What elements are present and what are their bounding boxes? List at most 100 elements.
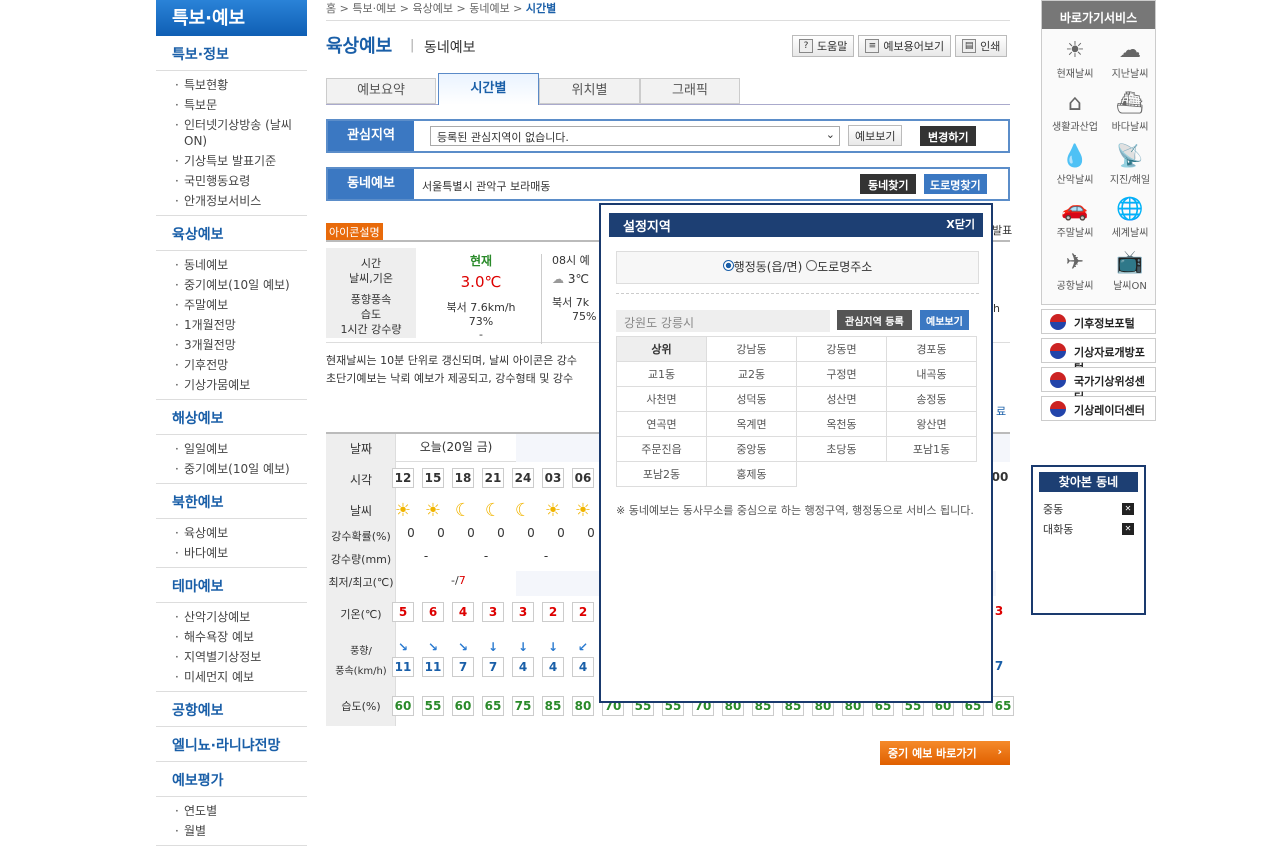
nav-item[interactable]: 인터넷기상방송 (날씨ON)	[156, 115, 307, 151]
breadcrumb-path[interactable]: 홈 > 특보·예보 > 육상예보 > 동네예보 >	[326, 2, 526, 15]
nav-item[interactable]: 산악기상예보	[156, 607, 307, 627]
nav-item[interactable]: 중기예보(10일 예보)	[156, 459, 307, 479]
nav-section-title[interactable]: 테마예보	[156, 568, 307, 603]
service-item[interactable]: 🌐 세계날씨	[1105, 196, 1155, 239]
dong-cell[interactable]: 사천면	[616, 386, 707, 412]
nav-item[interactable]: 월별	[156, 821, 307, 841]
tab-bar: 예보요약 시간별 위치별 그래픽	[326, 73, 1010, 105]
recent-item[interactable]: 대화동 ✕	[1043, 521, 1134, 541]
radio-road-address[interactable]	[806, 260, 818, 271]
nav-section-title[interactable]: 북한예보	[156, 484, 307, 519]
nav-section-title[interactable]: 육상예보	[156, 216, 307, 251]
tab-summary[interactable]: 예보요약	[326, 78, 436, 104]
interest-change-button[interactable]: 변경하기	[920, 126, 977, 146]
nav-section-title[interactable]: 공항예보	[156, 692, 307, 727]
nav-item[interactable]: 육상예보	[156, 523, 307, 543]
dong-cell[interactable]: 교2동	[706, 361, 797, 387]
dong-cell[interactable]: 경포동	[886, 336, 977, 362]
dong-cell[interactable]: 교1동	[616, 361, 707, 387]
nav-top-title[interactable]: 특보·예보	[156, 0, 307, 36]
recent-item[interactable]: 중동 ✕	[1043, 501, 1134, 521]
time-cell: 03	[542, 468, 564, 488]
nav-item[interactable]: 특보문	[156, 95, 307, 115]
tab-graphic[interactable]: 그래픽	[640, 78, 740, 104]
header-wind-2: 풍속(km/h)	[335, 666, 387, 677]
print-button[interactable]: ▤ 인쇄	[955, 35, 1008, 57]
nav-item[interactable]: 3개월전망	[156, 335, 307, 355]
nav-item[interactable]: 중기예보(10일 예보)	[156, 275, 307, 295]
nav-item[interactable]: 기후전망	[156, 355, 307, 375]
nav-item[interactable]: 안개정보서비스	[156, 191, 307, 211]
close-icon[interactable]: ✕	[1122, 523, 1134, 535]
dong-cell[interactable]: 상위	[616, 336, 707, 362]
nav-item[interactable]: 특보현황	[156, 75, 307, 95]
dong-cell[interactable]: 홍제동	[706, 461, 797, 487]
portal-link[interactable]: 기후정보포털	[1041, 309, 1156, 334]
divider	[616, 293, 979, 294]
tab-location[interactable]: 위치별	[539, 78, 640, 104]
nav-item[interactable]: 미세먼지 예보	[156, 667, 307, 687]
dong-cell[interactable]: 강남동	[706, 336, 797, 362]
nav-section-title[interactable]: 해상예보	[156, 400, 307, 435]
nav-item[interactable]: 1개월전망	[156, 315, 307, 335]
popup-view-button[interactable]: 예보보기	[920, 310, 969, 330]
nav-item[interactable]: 주말예보	[156, 295, 307, 315]
dong-cell[interactable]: 중앙동	[706, 436, 797, 462]
nav-item[interactable]: 일일예보	[156, 439, 307, 459]
service-item[interactable]: ✈ 공항날씨	[1050, 249, 1100, 292]
dong-cell[interactable]: 왕산면	[886, 411, 977, 437]
register-interest-button[interactable]: 관심지역 등록	[837, 310, 912, 330]
terms-button[interactable]: ≡ 예보용어보기	[858, 35, 952, 57]
nav-section-title[interactable]: 예보평가	[156, 762, 307, 797]
service-item[interactable]: ⛴ 바다날씨	[1105, 90, 1155, 133]
tab-hourly[interactable]: 시간별	[438, 73, 539, 105]
icon-legend-button[interactable]: 아이콘설명	[326, 223, 383, 241]
dong-cell[interactable]: 연곡면	[616, 411, 707, 437]
nav-section-title[interactable]: 엘니뇨·라니냐전망	[156, 727, 307, 762]
nav-item[interactable]: 연도별	[156, 801, 307, 821]
nav-item[interactable]: 동네예보	[156, 255, 307, 275]
dong-cell[interactable]: 내곡동	[886, 361, 977, 387]
interest-select[interactable]: 등록된 관심지역이 없습니다. ⌄	[430, 126, 840, 146]
service-item[interactable]: ⌂ 생활과산업	[1050, 90, 1100, 133]
dong-cell[interactable]: 구정면	[796, 361, 887, 387]
service-item[interactable]: 🚗 주말날씨	[1050, 196, 1100, 239]
dong-cell[interactable]: 송정동	[886, 386, 977, 412]
nav-item[interactable]: 기상가뭄예보	[156, 375, 307, 395]
header-rain: 강수량(mm)	[330, 553, 392, 566]
service-item[interactable]: 📡 지진/해일	[1105, 143, 1155, 186]
dong-cell[interactable]: 옥천동	[796, 411, 887, 437]
portal-link[interactable]: 기상자료개방포털	[1041, 338, 1156, 375]
dong-cell[interactable]: 강동면	[796, 336, 887, 362]
dong-cell[interactable]: 성산면	[796, 386, 887, 412]
nav-item[interactable]: 지역별기상정보	[156, 647, 307, 667]
dong-cell[interactable]: 성덕동	[706, 386, 797, 412]
service-item[interactable]: ☁ 지난날씨	[1105, 37, 1155, 80]
interest-view-button[interactable]: 예보보기	[848, 125, 903, 146]
nav-item[interactable]: 국민행동요령	[156, 171, 307, 191]
popup-close-button[interactable]: X닫기	[946, 216, 975, 232]
dong-cell[interactable]: 주문진읍	[616, 436, 707, 462]
find-road-button[interactable]: 도로명찾기	[924, 174, 987, 194]
close-icon[interactable]: ✕	[1122, 503, 1134, 515]
nav-item[interactable]: 해수욕장 예보	[156, 627, 307, 647]
service-item[interactable]: 💧 산악날씨	[1050, 143, 1100, 186]
region-input[interactable]: 강원도 강릉시	[616, 310, 830, 332]
mid-forecast-button[interactable]: 중기 예보 바로가기 ›	[880, 741, 1010, 765]
service-item[interactable]: ☀ 현재날씨	[1050, 37, 1100, 80]
radio-admin-dong[interactable]	[722, 260, 734, 271]
portal-link[interactable]: 기상레이더센터	[1041, 396, 1156, 421]
nav-item[interactable]: 기상특보 발표기준	[156, 151, 307, 171]
wind-arrow-icon: ↓	[487, 640, 499, 654]
help-button[interactable]: ? 도움말	[792, 35, 855, 57]
service-item[interactable]: 📺 날씨ON	[1105, 249, 1155, 292]
nav-section-title[interactable]: 특보·정보	[156, 36, 307, 71]
nav-item[interactable]: 바다예보	[156, 543, 307, 563]
dong-cell[interactable]: 포남2동	[616, 461, 707, 487]
find-dong-button[interactable]: 동네찾기	[860, 174, 917, 194]
dong-cell[interactable]: 초당동	[796, 436, 887, 462]
temp-cell: 4	[452, 602, 474, 622]
dong-cell[interactable]: 옥계면	[706, 411, 797, 437]
dong-cell[interactable]: 포남1동	[886, 436, 977, 462]
portal-link[interactable]: 국가기상위성센터	[1041, 367, 1156, 404]
